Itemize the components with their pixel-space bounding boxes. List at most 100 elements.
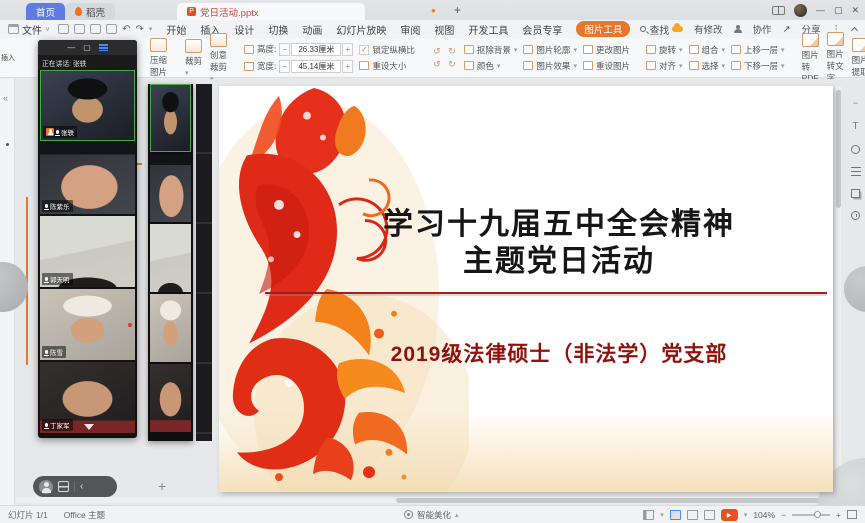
reading-view-icon[interactable] bbox=[704, 510, 715, 520]
video-tile[interactable]: 陈紫乐 bbox=[40, 143, 135, 214]
meeting-menu-icon[interactable] bbox=[99, 44, 108, 51]
menu-design[interactable]: 设计 bbox=[234, 22, 254, 37]
compress-picture-button[interactable]: 压缩图片 bbox=[146, 38, 171, 78]
menu-review[interactable]: 审阅 bbox=[400, 22, 420, 37]
preview-icon[interactable] bbox=[90, 24, 101, 34]
picture-to-pdf-button[interactable]: 图片转PDF bbox=[798, 33, 823, 83]
notes-caret[interactable]: ▾ bbox=[660, 511, 664, 519]
menu-start[interactable]: 开始 bbox=[166, 22, 186, 37]
zoom-in-button[interactable]: + bbox=[836, 510, 841, 520]
vertical-scroll-thumb[interactable] bbox=[836, 90, 841, 208]
new-tab-button[interactable]: + bbox=[454, 3, 461, 17]
height-plus-button[interactable]: + bbox=[342, 43, 353, 56]
undo-button[interactable]: ↶ bbox=[122, 24, 130, 35]
tab-docer[interactable]: 稻壳 bbox=[65, 3, 115, 20]
crop-button[interactable]: 裁剪 ▾ bbox=[181, 39, 206, 77]
normal-view-icon[interactable] bbox=[670, 510, 681, 520]
vertical-scrollbar[interactable] bbox=[835, 86, 841, 490]
modified-status[interactable]: 有修改 bbox=[694, 22, 723, 36]
color-button[interactable]: 颜色 ▾ bbox=[464, 60, 518, 72]
collapse-pane-button[interactable]: « bbox=[3, 93, 8, 103]
dock-avatar-icon[interactable] bbox=[39, 480, 53, 494]
width-value[interactable]: 45.14厘米 bbox=[291, 60, 341, 73]
horizontal-scrollbar[interactable] bbox=[16, 497, 836, 503]
meeting-dock-pill[interactable]: ‹ bbox=[33, 476, 117, 497]
dock-collapse-icon[interactable]: ‹ bbox=[80, 481, 83, 492]
collaborate-button[interactable]: 协作 bbox=[753, 22, 772, 36]
creative-crop-button[interactable]: 创意裁剪 ▾ bbox=[206, 33, 231, 83]
rotate-cw-button[interactable]: ↻ bbox=[446, 46, 458, 56]
video-call-window-behind[interactable] bbox=[148, 84, 193, 441]
meeting-minimize-button[interactable]: — bbox=[67, 43, 75, 52]
slideshow-play-button[interactable]: ▶ bbox=[721, 509, 738, 521]
slide-subtitle[interactable]: 2019级法律硕士（非法学）党支部 bbox=[279, 338, 833, 368]
history-tool-icon[interactable] bbox=[851, 211, 860, 220]
laser-tool-icon[interactable] bbox=[851, 145, 860, 154]
dock-grid-icon[interactable] bbox=[58, 481, 69, 492]
export-icon[interactable] bbox=[106, 24, 117, 34]
width-plus-button[interactable]: + bbox=[342, 60, 353, 73]
menu-animation[interactable]: 动画 bbox=[302, 22, 322, 37]
menu-member[interactable]: 会员专享 bbox=[522, 22, 562, 37]
text-tool-icon[interactable]: T bbox=[852, 121, 858, 132]
send-backward-button[interactable]: 下移一层 ▾ bbox=[731, 60, 785, 72]
save-icon[interactable] bbox=[58, 24, 69, 34]
beautify-button[interactable]: 智能美化 ▴ bbox=[404, 509, 459, 521]
picture-extract-button[interactable]: 图片提取 bbox=[848, 38, 865, 78]
flip-h-button[interactable]: ↺ bbox=[431, 59, 443, 69]
menu-slideshow[interactable]: 幻灯片放映 bbox=[336, 22, 386, 37]
menu-view[interactable]: 视图 bbox=[434, 22, 454, 37]
remove-background-button[interactable]: 抠除背景 ▾ bbox=[464, 44, 518, 56]
file-menu[interactable]: 文件 ∨ bbox=[8, 22, 50, 37]
menu-transition[interactable]: 切换 bbox=[268, 22, 288, 37]
rotate-ccw-button[interactable]: ↺ bbox=[431, 46, 443, 56]
minimize-button[interactable]: — bbox=[816, 5, 825, 15]
lock-aspect-checkbox[interactable]: ✓ 锁定纵横比 bbox=[359, 44, 415, 56]
expand-triangle-icon[interactable] bbox=[84, 424, 94, 430]
slide-sorter-view-icon[interactable] bbox=[687, 510, 698, 520]
tab-document[interactable]: P党日活动.pptx bbox=[177, 3, 365, 20]
zoom-out-button[interactable]: − bbox=[781, 510, 786, 520]
meeting-restore-button[interactable]: ▢ bbox=[83, 43, 91, 52]
align-button[interactable]: 对齐 ▾ bbox=[646, 60, 683, 72]
rotate-button[interactable]: 旋转 ▾ bbox=[646, 44, 683, 56]
play-caret[interactable]: ▾ bbox=[744, 511, 748, 519]
close-button[interactable]: ✕ bbox=[851, 5, 859, 16]
reading-mode-icon[interactable] bbox=[772, 6, 785, 15]
search-button[interactable]: 查找 bbox=[640, 22, 669, 37]
reset-size-button[interactable]: 重设大小 bbox=[359, 60, 415, 72]
menu-devtools[interactable]: 开发工具 bbox=[468, 22, 508, 37]
layers-tool-icon[interactable] bbox=[851, 189, 860, 198]
picture-outline-button[interactable]: 图片轮廓 ▾ bbox=[523, 44, 577, 56]
change-picture-button[interactable]: 更改图片 bbox=[583, 44, 630, 56]
maximize-button[interactable]: ▢ bbox=[834, 5, 843, 16]
account-avatar[interactable] bbox=[794, 4, 807, 17]
video-call-window[interactable]: — ▢ 正在讲话: 张轶 张轶 陈紫乐 郭天明 陈雪 丁家军 bbox=[38, 40, 137, 438]
redo-button[interactable]: ↷ bbox=[136, 24, 144, 35]
picture-effects-button[interactable]: 图片效果 ▾ bbox=[523, 60, 577, 72]
theme-name[interactable]: Office 主题 bbox=[64, 509, 105, 521]
zoom-slider[interactable] bbox=[792, 514, 830, 516]
zoom-slider-knob[interactable] bbox=[814, 511, 821, 518]
fit-to-window-icon[interactable] bbox=[847, 510, 857, 519]
zoom-level[interactable]: 104% bbox=[753, 510, 775, 520]
select-button[interactable]: 选择 ▾ bbox=[689, 60, 726, 72]
video-tile[interactable]: 陈雪 bbox=[40, 289, 135, 360]
height-minus-button[interactable]: − bbox=[279, 43, 290, 56]
video-tile[interactable]: 丁家军 bbox=[40, 362, 135, 433]
flip-v-button[interactable]: ↻ bbox=[446, 59, 458, 69]
notes-view-icon[interactable] bbox=[643, 510, 654, 520]
width-minus-button[interactable]: − bbox=[279, 60, 290, 73]
print-icon[interactable] bbox=[74, 24, 85, 34]
video-tile[interactable]: 郭天明 bbox=[40, 216, 135, 287]
picture-tools-tab[interactable]: 图片工具 bbox=[576, 21, 630, 37]
adjust-tool-icon[interactable] bbox=[851, 167, 861, 176]
group-button[interactable]: 组合 ▾ bbox=[689, 44, 726, 56]
horizontal-scroll-thumb[interactable] bbox=[396, 498, 834, 503]
slide-canvas[interactable]: 学习十九届五中全会精神 主题党日活动 2019级法律硕士（非法学）党支部 bbox=[219, 86, 833, 492]
reset-picture-button[interactable]: 重设图片 bbox=[583, 60, 630, 72]
video-tile[interactable]: 张轶 bbox=[40, 70, 135, 141]
quickbar-more-icon[interactable]: ▾ bbox=[149, 25, 153, 33]
height-value[interactable]: 26.33厘米 bbox=[291, 43, 341, 56]
collapse-ribbon-icon[interactable] bbox=[851, 27, 858, 34]
